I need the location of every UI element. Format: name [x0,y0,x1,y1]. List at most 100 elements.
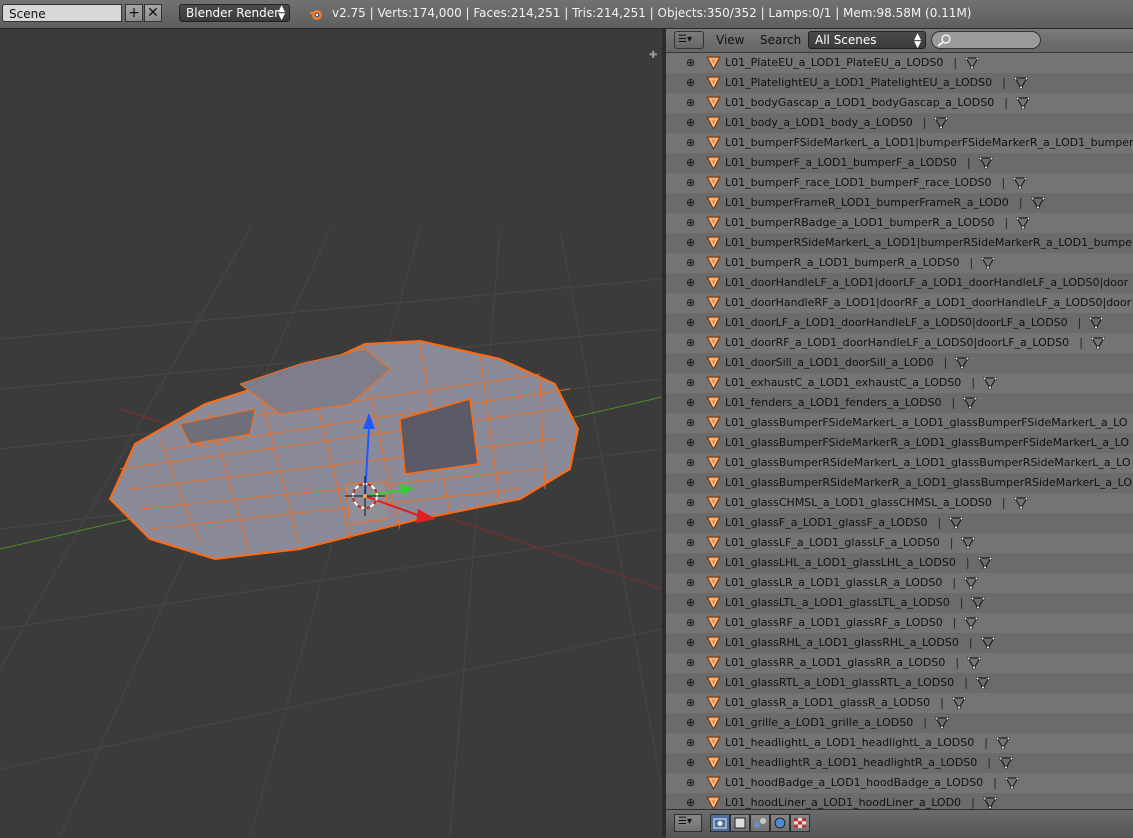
expand-toggle-icon[interactable]: ⊕ [686,397,695,408]
outliner-row[interactable]: ⊕ L01_bumperFrameR_LOD1_bumperFrameR_a_LO… [666,193,1133,213]
expand-toggle-icon[interactable]: ⊕ [686,337,695,348]
mesh-data-icon[interactable] [963,397,978,409]
mesh-data-icon[interactable] [1013,77,1028,89]
expand-toggle-icon[interactable]: ⊕ [686,137,695,148]
expand-toggle-icon[interactable]: ⊕ [686,517,695,528]
outliner-row[interactable]: ⊕ L01_bumperRSideMarkerL_a_LOD1|bumperRSi… [666,233,1133,253]
outliner-row[interactable]: ⊕ L01_headlightL_a_LOD1_headlightL_a_LODS… [666,733,1133,753]
outliner-tree[interactable]: ⊕ L01_PlateEU_a_LOD1_PlateEU_a_LODS0 | ⊕ L01… [666,53,1133,809]
object-name[interactable]: L01_headlightR_a_LOD1_headlightR_a_LODS0… [725,756,1014,769]
expand-toggle-icon[interactable]: ⊕ [686,797,695,808]
mesh-data-icon[interactable] [975,677,990,689]
mesh-data-icon[interactable] [1004,777,1019,789]
outliner-row[interactable]: ⊕ L01_doorRF_a_LOD1_doorHandleLF_a_LODS0|… [666,333,1133,353]
outliner-row[interactable]: ⊕ L01_bumperRBadge_a_LOD1_bumperR_a_LODS0… [666,213,1133,233]
object-name[interactable]: L01_bumperRSideMarkerL_a_LOD1|bumperRSid… [725,236,1133,249]
mesh-data-icon[interactable] [964,577,979,589]
object-name[interactable]: L01_glassLR_a_LOD1_glassLR_a_LODS0 | [725,576,979,589]
object-name[interactable]: L01_bumperF_race_LOD1_bumperF_race_LODS0… [725,176,1028,189]
expand-toggle-icon[interactable]: ⊕ [686,577,695,588]
display-mode-select[interactable]: ☰▾ [674,31,704,49]
filter-select[interactable]: All Scenes ▲ ▼ [808,31,926,50]
mesh-data-icon[interactable] [934,117,949,129]
outliner-row[interactable]: ⊕ L01_doorHandleLF_a_LOD1|doorLF_a_LOD1_d… [666,273,1133,293]
mesh-data-icon[interactable] [999,757,1014,769]
expand-toggle-icon[interactable]: ⊕ [686,357,695,368]
expand-toggle-icon[interactable]: ⊕ [686,217,695,228]
add-scene-button[interactable]: + [125,4,143,22]
outliner-row[interactable]: ⊕ L01_grille_a_LOD1_grille_a_LODS0 | [666,713,1133,733]
scene-name-field[interactable]: Scene [2,4,122,22]
expand-toggle-icon[interactable]: ⊕ [686,497,695,508]
outliner-row[interactable]: ⊕ L01_doorSill_a_LOD1_doorSill_a_LOD0 | [666,353,1133,373]
object-name[interactable]: L01_exhaustC_a_LOD1_exhaustC_a_LODS0 | [725,376,998,389]
expand-toggle-icon[interactable]: ⊕ [686,57,695,68]
outliner-row[interactable]: ⊕ L01_bumperF_race_LOD1_bumperF_race_LODS… [666,173,1133,193]
object-name[interactable]: L01_hoodBadge_a_LOD1_hoodBadge_a_LODS0 | [725,776,1019,789]
object-name[interactable]: L01_glassF_a_LOD1_glassF_a_LODS0 | [725,516,964,529]
object-name[interactable]: L01_bumperFSideMarkerL_a_LOD1|bumperFSid… [725,136,1133,149]
expand-toggle-icon[interactable]: ⊕ [686,597,695,608]
expand-toggle-icon[interactable]: ⊕ [686,637,695,648]
object-name[interactable]: L01_headlightL_a_LOD1_headlightL_a_LODS0… [725,736,1010,749]
mesh-data-icon[interactable] [1013,497,1028,509]
mesh-data-icon[interactable] [967,657,982,669]
expand-toggle-icon[interactable]: ⊕ [686,117,695,128]
outliner-row[interactable]: ⊕ L01_glassBumperRSideMarkerL_a_LOD1_glas… [666,453,1133,473]
expand-toggle-icon[interactable]: ⊕ [686,557,695,568]
mesh-data-icon[interactable] [977,557,992,569]
mesh-data-icon[interactable] [1090,337,1105,349]
mesh-data-icon[interactable] [951,697,966,709]
render-engine-select[interactable]: Blender Render ▲ ▼ [179,4,290,22]
outliner-row[interactable]: ⊕ L01_bodyGascap_a_LOD1_bodyGascap_a_LODS… [666,93,1133,113]
object-name[interactable]: L01_grille_a_LOD1_grille_a_LODS0 | [725,716,949,729]
object-name[interactable]: L01_glassBumperRSideMarkerL_a_LOD1_glass… [725,456,1133,469]
outliner-row[interactable]: ⊕ L01_bumperR_a_LOD1_bumperR_a_LODS0 | [666,253,1133,273]
object-name[interactable]: L01_glassRTL_a_LOD1_glassRTL_a_LODS0 | [725,676,990,689]
search-menu[interactable]: Search [760,33,801,47]
outliner-row[interactable]: ⊕ L01_bumperFSideMarkerL_a_LOD1|bumperFSi… [666,133,1133,153]
mesh-data-icon[interactable] [949,517,964,529]
mesh-data-icon[interactable] [978,157,993,169]
outliner-row[interactable]: ⊕ L01_glassLHL_a_LOD1_glassLHL_a_LODS0 | [666,553,1133,573]
mesh-data-icon[interactable] [955,357,970,369]
object-name[interactable]: L01_glassLTL_a_LOD1_glassLTL_a_LODS0 | [725,596,986,609]
mesh-data-icon[interactable] [1015,97,1030,109]
world-button[interactable] [770,814,790,832]
outliner-row[interactable]: ⊕ L01_exhaustC_a_LOD1_exhaustC_a_LODS0 | [666,373,1133,393]
mesh-data-icon[interactable] [1089,317,1104,329]
texture-button[interactable] [790,814,810,832]
outliner-row[interactable]: ⊕ L01_fenders_a_LOD1_fenders_a_LODS0 | [666,393,1133,413]
outliner-row[interactable]: ⊕ L01_PlatelightEU_a_LOD1_PlatelightEU_a_… [666,73,1133,93]
object-name[interactable]: L01_hoodLiner_a_LOD1_hoodLiner_a_LOD0 | [725,796,997,809]
object-name[interactable]: L01_glassBumperRSideMarkerR_a_LOD1_glass… [725,476,1133,489]
outliner-row[interactable]: ⊕ L01_glassF_a_LOD1_glassF_a_LODS0 | [666,513,1133,533]
outliner-row[interactable]: ⊕ L01_body_a_LOD1_body_a_LODS0 | [666,113,1133,133]
expand-toggle-icon[interactable]: ⊕ [686,757,695,768]
mesh-data-icon[interactable] [980,637,995,649]
expand-toggle-icon[interactable]: ⊕ [686,737,695,748]
expand-toggle-icon[interactable]: ⊕ [686,77,695,88]
object-name[interactable]: L01_doorHandleRF_a_LOD1|doorRF_a_LOD1_do… [725,296,1133,309]
expand-toggle-icon[interactable]: ⊕ [686,297,695,308]
expand-toggle-icon[interactable]: ⊕ [686,477,695,488]
outliner-row[interactable]: ⊕ L01_glassRHL_a_LOD1_glassRHL_a_LODS0 | [666,633,1133,653]
outliner-search-input[interactable] [931,31,1041,49]
object-name[interactable]: L01_doorLF_a_LOD1_doorHandleLF_a_LODS0|d… [725,316,1104,329]
outliner-row[interactable]: ⊕ L01_glassRTL_a_LOD1_glassRTL_a_LODS0 | [666,673,1133,693]
object-name[interactable]: L01_PlateEU_a_LOD1_PlateEU_a_LODS0 | [725,56,980,69]
mesh-data-icon[interactable] [965,57,980,69]
mesh-data-icon[interactable] [983,377,998,389]
object-name[interactable]: L01_bumperRBadge_a_LOD1_bumperR_a_LODS0 | [725,216,1031,229]
expand-toggle-icon[interactable]: ⊕ [686,377,695,388]
expand-toggle-icon[interactable]: ⊕ [686,197,695,208]
mesh-data-icon[interactable] [982,797,997,809]
outliner-row[interactable]: ⊕ L01_hoodLiner_a_LOD1_hoodLiner_a_LOD0 | [666,793,1133,809]
object-name[interactable]: L01_glassLHL_a_LOD1_glassLHL_a_LODS0 | [725,556,992,569]
object-name[interactable]: L01_glassRHL_a_LOD1_glassRHL_a_LODS0 | [725,636,995,649]
object-name[interactable]: L01_glassR_a_LOD1_glassR_a_LODS0 | [725,696,966,709]
object-name[interactable]: L01_body_a_LOD1_body_a_LODS0 | [725,116,949,129]
mesh-data-icon[interactable] [1030,197,1045,209]
expand-toggle-icon[interactable]: ⊕ [686,697,695,708]
object-name[interactable]: L01_glassLF_a_LOD1_glassLF_a_LODS0 | [725,536,976,549]
